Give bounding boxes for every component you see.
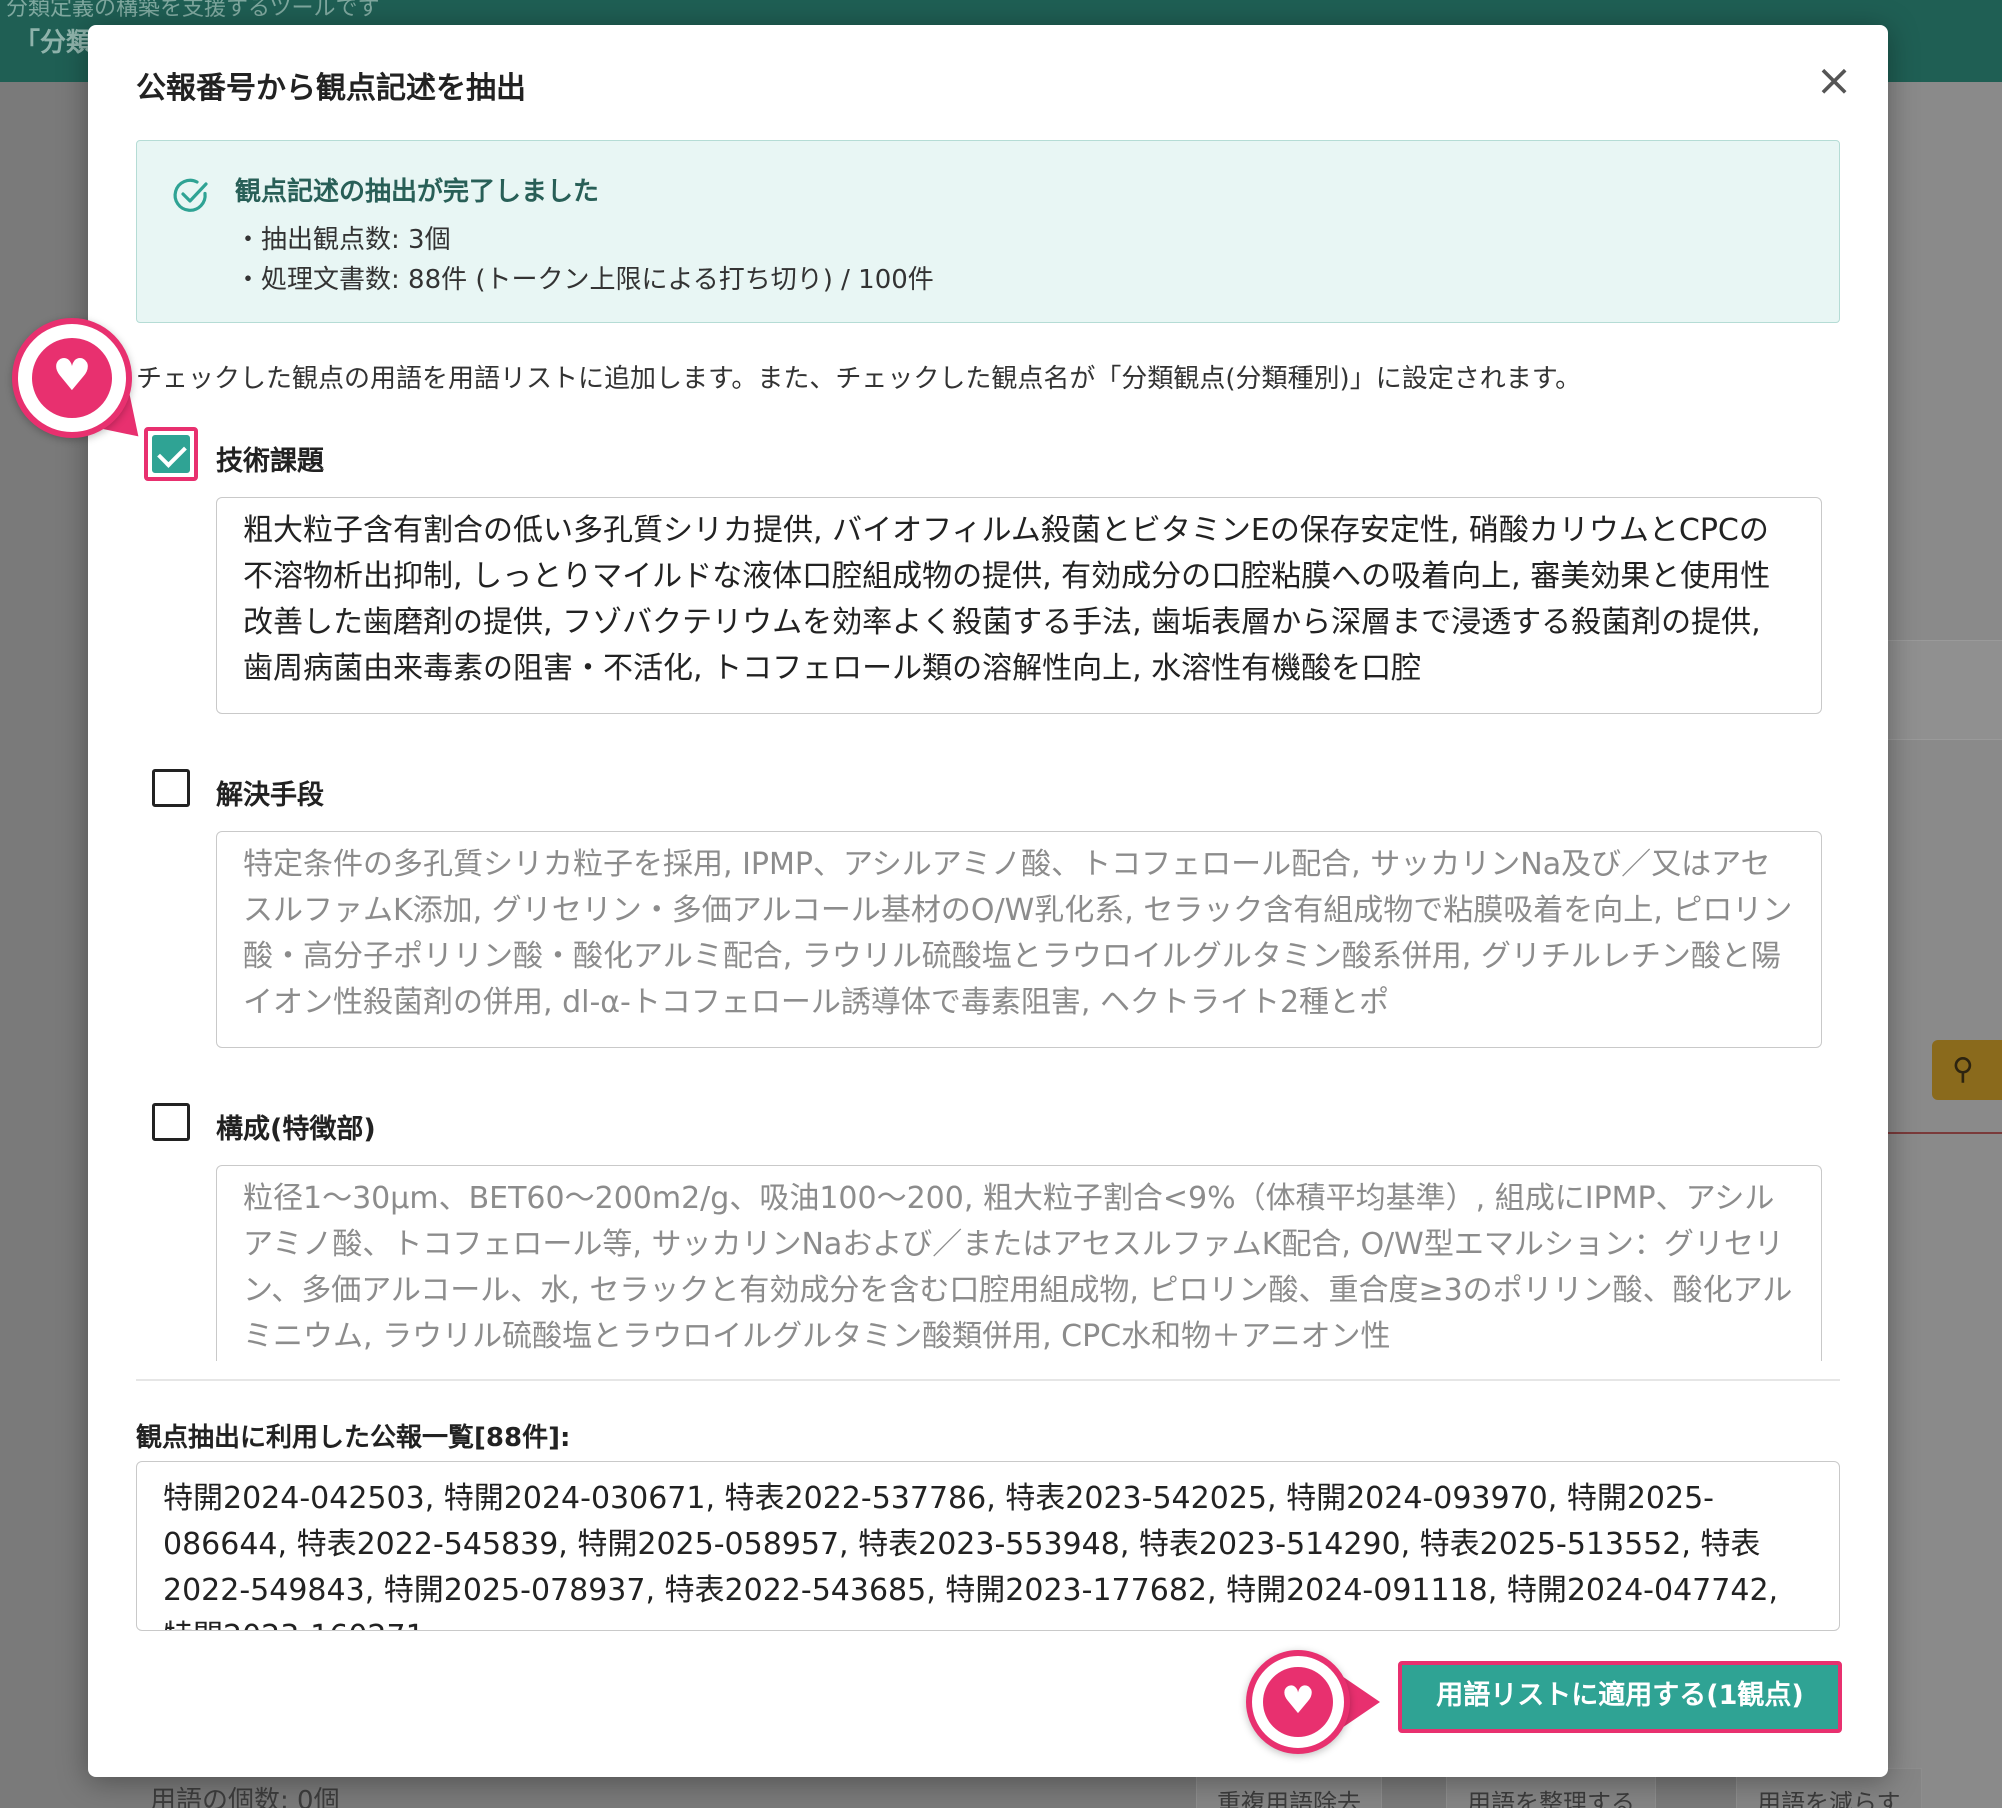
background-divider (1888, 1132, 2002, 1134)
viewpoint-terms-solution[interactable]: 特定条件の多孔質シリカ粒子を採用, IPMP、アシルアミノ酸、トコフェロール配合… (216, 831, 1822, 1048)
publication-list[interactable]: 特開2024-042503, 特開2024-030671, 特表2022-537… (136, 1461, 1840, 1631)
viewpoint-label: 技術課題 (216, 446, 324, 477)
checkbox-highlight (144, 427, 198, 481)
background-side-panel (1888, 82, 2002, 1808)
term-count: 用語の個数: 0個 (150, 1786, 340, 1808)
marker-badge: ♥ (1246, 1650, 1350, 1754)
viewpoint-terms-tech-problem[interactable]: 粗大粒子含有割合の低い多孔質シリカ提供, バイオフィルム殺菌とビタミンEの保存安… (216, 497, 1822, 714)
close-icon[interactable]: × (1810, 59, 1858, 107)
viewpoint-checkbox-composition[interactable] (152, 1103, 190, 1141)
viewpoint-checkbox-solution[interactable] (152, 769, 190, 807)
success-alert: 観点記述の抽出が完了しました ・抽出観点数: 3個 ・処理文書数: 88件 (ト… (136, 140, 1840, 323)
check-circle-icon (173, 178, 208, 212)
heart-icon: ♥ (1280, 1678, 1316, 1722)
extract-viewpoints-dialog: 公報番号から観点記述を抽出 × 観点記述の抽出が完了しました ・抽出観点数: 3… (88, 25, 1888, 1777)
heart-icon: ♥ (52, 350, 92, 401)
viewpoint-label: 解決手段 (216, 780, 324, 811)
viewpoint-terms-composition[interactable]: 粒径1〜30μm、BET60〜200m2/g、吸油100〜200, 粗大粒子割合… (216, 1165, 1822, 1361)
instruction-text: チェックした観点の用語を用語リストに追加します。また、チェックした観点名が「分類… (136, 364, 1582, 394)
success-title: 観点記述の抽出が完了しました (235, 177, 600, 207)
marker-badge: ♥ (12, 318, 132, 438)
app-title: 「分類 (14, 28, 93, 58)
publication-list-title: 観点抽出に利用した公報一覧[88件]: (136, 1423, 571, 1453)
processed-doc-count: ・処理文書数: 88件 (トークン上限による打ち切り) / 100件 (235, 265, 934, 295)
app-subtitle: 分類定義の構築を支援するツールです (6, 0, 380, 21)
search-icon: ⚲ (1952, 1052, 1974, 1087)
viewpoint-label: 構成(特徴部) (216, 1114, 376, 1145)
dialog-title: 公報番号から観点記述を抽出 (136, 71, 526, 106)
apply-to-term-list-button[interactable]: 用語リストに適用する(1観点) (1398, 1661, 1842, 1733)
background-search-button: ⚲ (1932, 1040, 2002, 1100)
extracted-count: ・抽出観点数: 3個 (235, 225, 451, 255)
section-divider (136, 1379, 1840, 1381)
background-card (1888, 640, 2002, 740)
